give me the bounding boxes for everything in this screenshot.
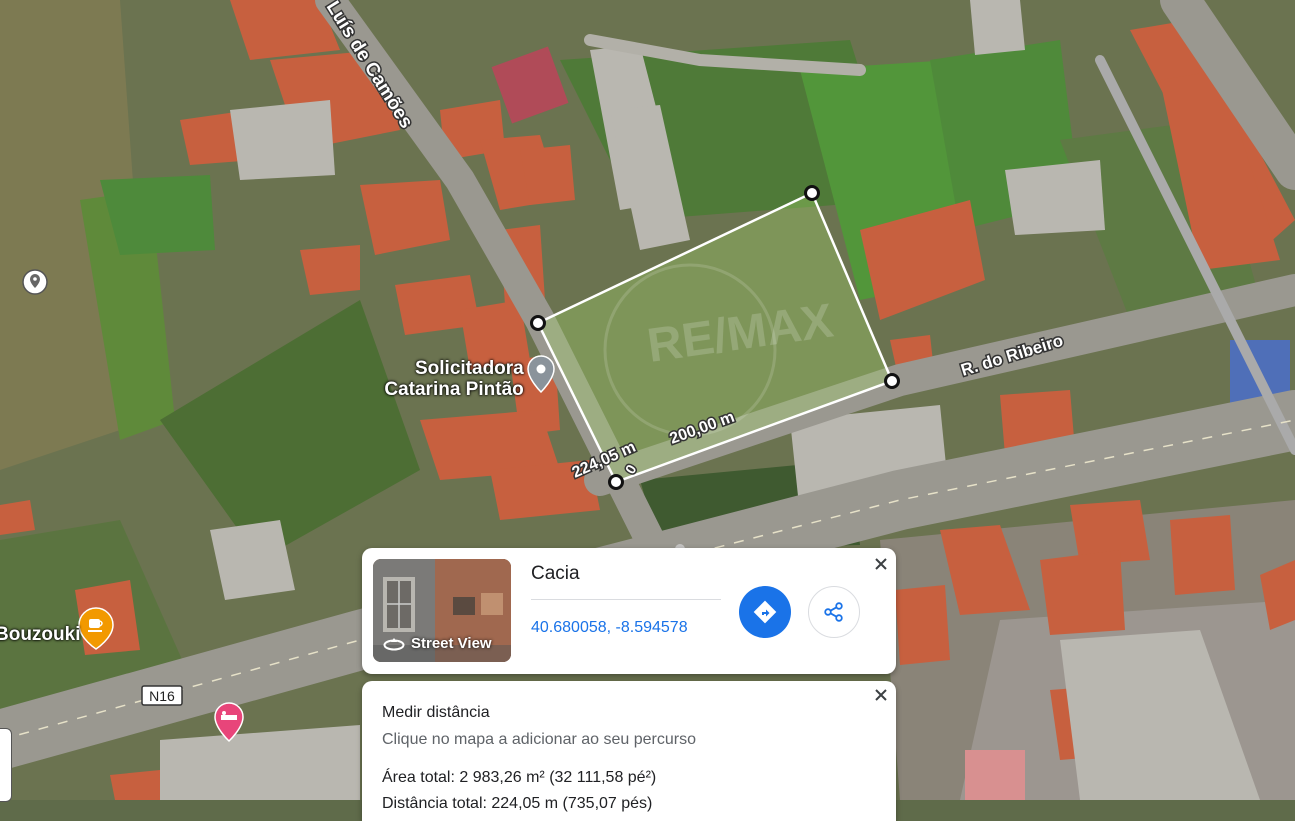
measure-point[interactable]: [608, 474, 624, 490]
map-side-control[interactable]: [0, 728, 12, 802]
street-view-thumbnail[interactable]: Street View: [373, 559, 511, 662]
measure-point[interactable]: [804, 185, 820, 201]
measure-point[interactable]: [884, 373, 900, 389]
total-distance: Distância total: 224,05 m (735,07 pés): [382, 795, 653, 812]
measure-title: Medir distância: [382, 704, 490, 721]
road-shield-n16: N16: [141, 685, 183, 706]
directions-icon: [753, 600, 777, 624]
satellite-map[interactable]: Luís de Camões R. do Ribeiro RE/MAX 224,…: [0, 0, 1295, 800]
close-icon[interactable]: [870, 684, 892, 706]
svg-text:N16: N16: [149, 688, 175, 704]
street-view-label[interactable]: Street View: [383, 635, 492, 652]
directions-button[interactable]: [739, 586, 791, 638]
measure-point[interactable]: [530, 315, 546, 331]
poi-label-line2: Catarina Pintão: [384, 379, 524, 400]
measure-hint: Clique no mapa a adicionar ao seu percur…: [382, 731, 696, 748]
street-view-text: Street View: [411, 635, 492, 652]
divider: [531, 599, 721, 600]
street-view-icon: [383, 637, 405, 650]
total-area: Área total: 2 983,26 m² (32 111,58 pé²): [382, 769, 657, 786]
coordinates-link[interactable]: 40.680058, -8.594578: [531, 619, 688, 637]
share-icon: [824, 602, 843, 622]
close-icon[interactable]: [870, 553, 892, 575]
poi-label-bouzouki[interactable]: Bouzouki: [0, 624, 81, 645]
share-button[interactable]: [808, 586, 860, 638]
place-title: Cacia: [531, 563, 580, 584]
location-marker-icon[interactable]: [22, 269, 48, 295]
measure-distance-card: Medir distância Clique no mapa a adicion…: [362, 681, 896, 821]
poi-label-line1: Solicitadora: [415, 358, 524, 379]
place-info-card: Street View Cacia 40.680058, -8.594578: [362, 548, 896, 674]
poi-label-solicitadora[interactable]: Solicitadora Catarina Pintão: [384, 358, 524, 400]
